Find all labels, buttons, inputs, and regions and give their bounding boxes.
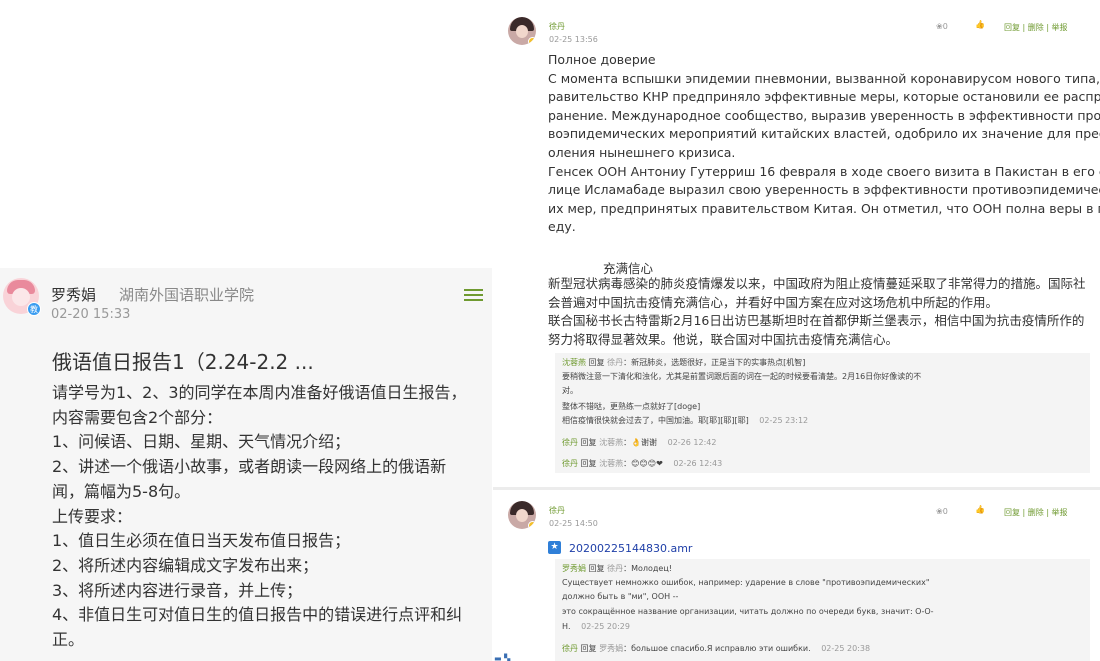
body-line: 请学号为1、2、3的同学在本周内准备好俄语值日生报告，: [52, 383, 467, 402]
reply-time: 02-26 12:43: [673, 459, 723, 468]
flower-count[interactable]: ❀0: [936, 507, 948, 516]
like-icon[interactable]: 👍: [975, 505, 985, 514]
reply-text: ：большое спасибо.Я исправлю эти ошибки.: [623, 644, 811, 653]
reply-text: ：👌谢谢: [623, 438, 658, 447]
teacher-badge: 教: [27, 302, 41, 316]
reply-author[interactable]: 徐丹: [562, 438, 578, 447]
text-line: ранение. Международное сообщество, выраз…: [548, 107, 1100, 123]
flower-count[interactable]: ❀0: [936, 22, 948, 31]
text-line: 努力将取得显著效果。他说，联合国对中国抗击疫情充满信心。: [548, 331, 899, 347]
reply-verb: 回复: [580, 438, 597, 447]
reply-verb: 回复: [580, 644, 597, 653]
text-line: еду.: [548, 219, 576, 235]
reply-target[interactable]: 罗秀娟: [599, 644, 623, 653]
audio-file-link[interactable]: 20200225144830.amr: [569, 542, 692, 555]
text-line: 联合国秘书长古特雷斯2月16日出访巴基斯坦时在首都伊斯兰堡表示，相信中国为抗击疫…: [548, 313, 1085, 329]
reply-target[interactable]: 沈蓉燕: [599, 438, 623, 447]
reply-target[interactable]: 徐丹: [607, 564, 623, 573]
like-icon[interactable]: 👍: [975, 20, 985, 29]
reply-text-line: Существует немножко ошибок, например: уд…: [562, 578, 930, 587]
comment-time: 02-25 13:56: [549, 35, 598, 44]
avatar[interactable]: [508, 17, 536, 45]
reply-text: ：Молодец!: [623, 564, 673, 573]
reply-verb: 回复: [588, 564, 605, 573]
reply-text-line: 对。: [562, 386, 578, 395]
reply-target[interactable]: 徐丹: [607, 358, 623, 367]
menu-icon[interactable]: [464, 289, 483, 301]
comment-russian-text: Полное доверие С момента вспышки эпидеми…: [548, 51, 1100, 237]
avatar-face: [12, 288, 30, 306]
reply-target[interactable]: 沈蓉燕: [599, 459, 623, 468]
reply-text-line: 相信疫情很快就会过去了，中国加油。耶[耶][耶][耶]: [562, 416, 749, 425]
text-line: Полное доверие: [548, 52, 656, 67]
page: 教 罗秀娟 湖南外国语职业学院 02-20 15:33 俄语值日报告1（2.24…: [0, 0, 1100, 661]
text-line: равительство КНР предприняло эффективные…: [548, 89, 1100, 105]
flower-icon: ❀: [936, 22, 943, 31]
body-line: 内容需要包含2个部分：: [52, 407, 223, 427]
text-line: оления нынешнего кризиса.: [548, 144, 736, 160]
body-line: 2、讲述一个俄语小故事，或者朗读一段网络上的俄语新: [52, 457, 447, 477]
reply-author[interactable]: 沈蓉燕: [562, 358, 586, 367]
comment-time: 02-25 14:50: [549, 519, 598, 528]
reply-thread: 沈蓉燕 回复 徐丹：新冠肺炎，选题很好，正是当下的实事热点[机智] 要稍微注意一…: [555, 353, 1090, 473]
reply-item: 徐丹 回复 罗秀娟：большое спасибо.Я исправлю эти…: [562, 643, 870, 655]
flower-count-value: 0: [942, 507, 948, 516]
reply-item: 徐丹 回复 沈蓉燕：👌谢谢 02-26 12:42: [562, 437, 716, 449]
reply-item: 徐丹 回复 沈蓉燕：😊😊😊❤ 02-26 12:43: [562, 458, 722, 470]
avatar[interactable]: [508, 501, 536, 529]
text-line: их мер, предпринятых правительством Кита…: [548, 200, 1100, 216]
post-time: 02-20 15:33: [51, 307, 131, 322]
author-name[interactable]: 罗秀娟: [51, 284, 96, 305]
reply-text-line: Н.: [562, 622, 571, 631]
divider: [493, 487, 1100, 490]
reply-item: Н. 02-25 20:29: [562, 621, 630, 633]
reply-time: 02-25 20:38: [821, 644, 871, 653]
text-line: Генсек ООН Антониу Гутерриш 16 февраля в…: [548, 163, 1100, 179]
school-name: 湖南外国语职业学院: [119, 286, 255, 304]
reply-text-line: 整体不错哒，更熟练一点就好了[doge]: [562, 402, 701, 411]
body-line: 1、问候语、日期、星期、天气情况介绍；: [52, 432, 351, 452]
flower-icon: ❀: [936, 507, 943, 516]
reply-author[interactable]: 罗秀娟: [562, 564, 586, 573]
reply-author[interactable]: 徐丹: [562, 644, 578, 653]
comment-author[interactable]: 徐丹: [549, 21, 565, 32]
reply-thread: 罗秀娟 回复 徐丹：Молодец! Существует немножко о…: [555, 559, 1090, 661]
reply-time: 02-26 12:42: [667, 438, 717, 447]
text-line: воэпидемических мероприятий китайских вл…: [548, 126, 1100, 142]
audio-file-icon: ★: [548, 541, 561, 554]
text-line: лице Исламабаде выразил свою уверенность…: [548, 182, 1100, 198]
comment-author[interactable]: 徐丹: [549, 505, 565, 516]
post-title[interactable]: 俄语值日报告1（2.24-2.2 ...: [52, 346, 314, 375]
body-line: 3、将所述内容进行录音，并上传；: [52, 580, 303, 600]
reply-text-line: это сокращённое название организации, чи…: [562, 607, 934, 616]
reply-item: 相信疫情很快就会过去了，中国加油。耶[耶][耶][耶] 02-25 23:12: [562, 415, 808, 427]
text-line: С момента вспышки эпидемии пневмонии, вы…: [548, 70, 1100, 86]
text-line: 会普遍对中国抗击疫情充满信心，并看好中国方案在应对这场危机中所起的作用。: [548, 294, 999, 310]
reply-verb: 回复: [580, 459, 597, 468]
reply-text: ：😊😊😊❤: [623, 459, 663, 468]
body-line: 1、值日生必须在值日当天发布值日报告；: [52, 531, 351, 551]
reply-text-line: должно быть в "ми", ООН --: [562, 592, 679, 601]
comment-chinese-text: 新型冠状病毒感染的肺炎疫情爆发以来，中国政府为阻止疫情蔓延采取了非常得力的措施。…: [548, 275, 1093, 349]
toolbar-icons[interactable]: ▬ ▚: [494, 654, 510, 661]
comment-actions[interactable]: 回复 | 删除 | 举报: [1004, 507, 1068, 518]
reply-text: ：新冠肺炎，选题很好，正是当下的实事热点[机智]: [623, 358, 806, 367]
reply-text-line: 要稍微注意一下清化和浊化，尤其是前置词跟后面的词在一起的时候要看清楚。2月16日…: [562, 372, 922, 381]
body-line: 正。: [52, 630, 85, 650]
body-line: 闻，篇幅为5-8句。: [52, 481, 191, 501]
body-line: 2、将所述内容编辑成文字发布出来；: [52, 555, 319, 575]
reply-item: 沈蓉燕 回复 徐丹：新冠肺炎，选题很好，正是当下的实事热点[机智]: [562, 357, 805, 369]
reply-time: 02-25 23:12: [759, 416, 809, 425]
body-line: 上传要求：: [52, 506, 133, 526]
teacher-post-card: 教 罗秀娟 湖南外国语职业学院 02-20 15:33 俄语值日报告1（2.24…: [0, 268, 492, 661]
reply-time: 02-25 20:29: [581, 622, 630, 631]
body-line: 4、非值日生可对值日生的值日报告中的错误进行点评和纠: [52, 605, 463, 625]
flower-count-value: 0: [942, 22, 948, 31]
comment-actions[interactable]: 回复 | 删除 | 举报: [1004, 22, 1068, 33]
post-body: 请学号为1、2、3的同学在本周内准备好俄语值日生报告， 内容需要包含2个部分： …: [52, 381, 482, 653]
reply-author[interactable]: 徐丹: [562, 459, 578, 468]
text-line: 新型冠状病毒感染的肺炎疫情爆发以来，中国政府为阻止疫情蔓延采取了非常得力的措施。…: [548, 276, 1086, 291]
reply-verb: 回复: [588, 358, 605, 367]
reply-item: 罗秀娟 回复 徐丹：Молодец!: [562, 563, 672, 575]
